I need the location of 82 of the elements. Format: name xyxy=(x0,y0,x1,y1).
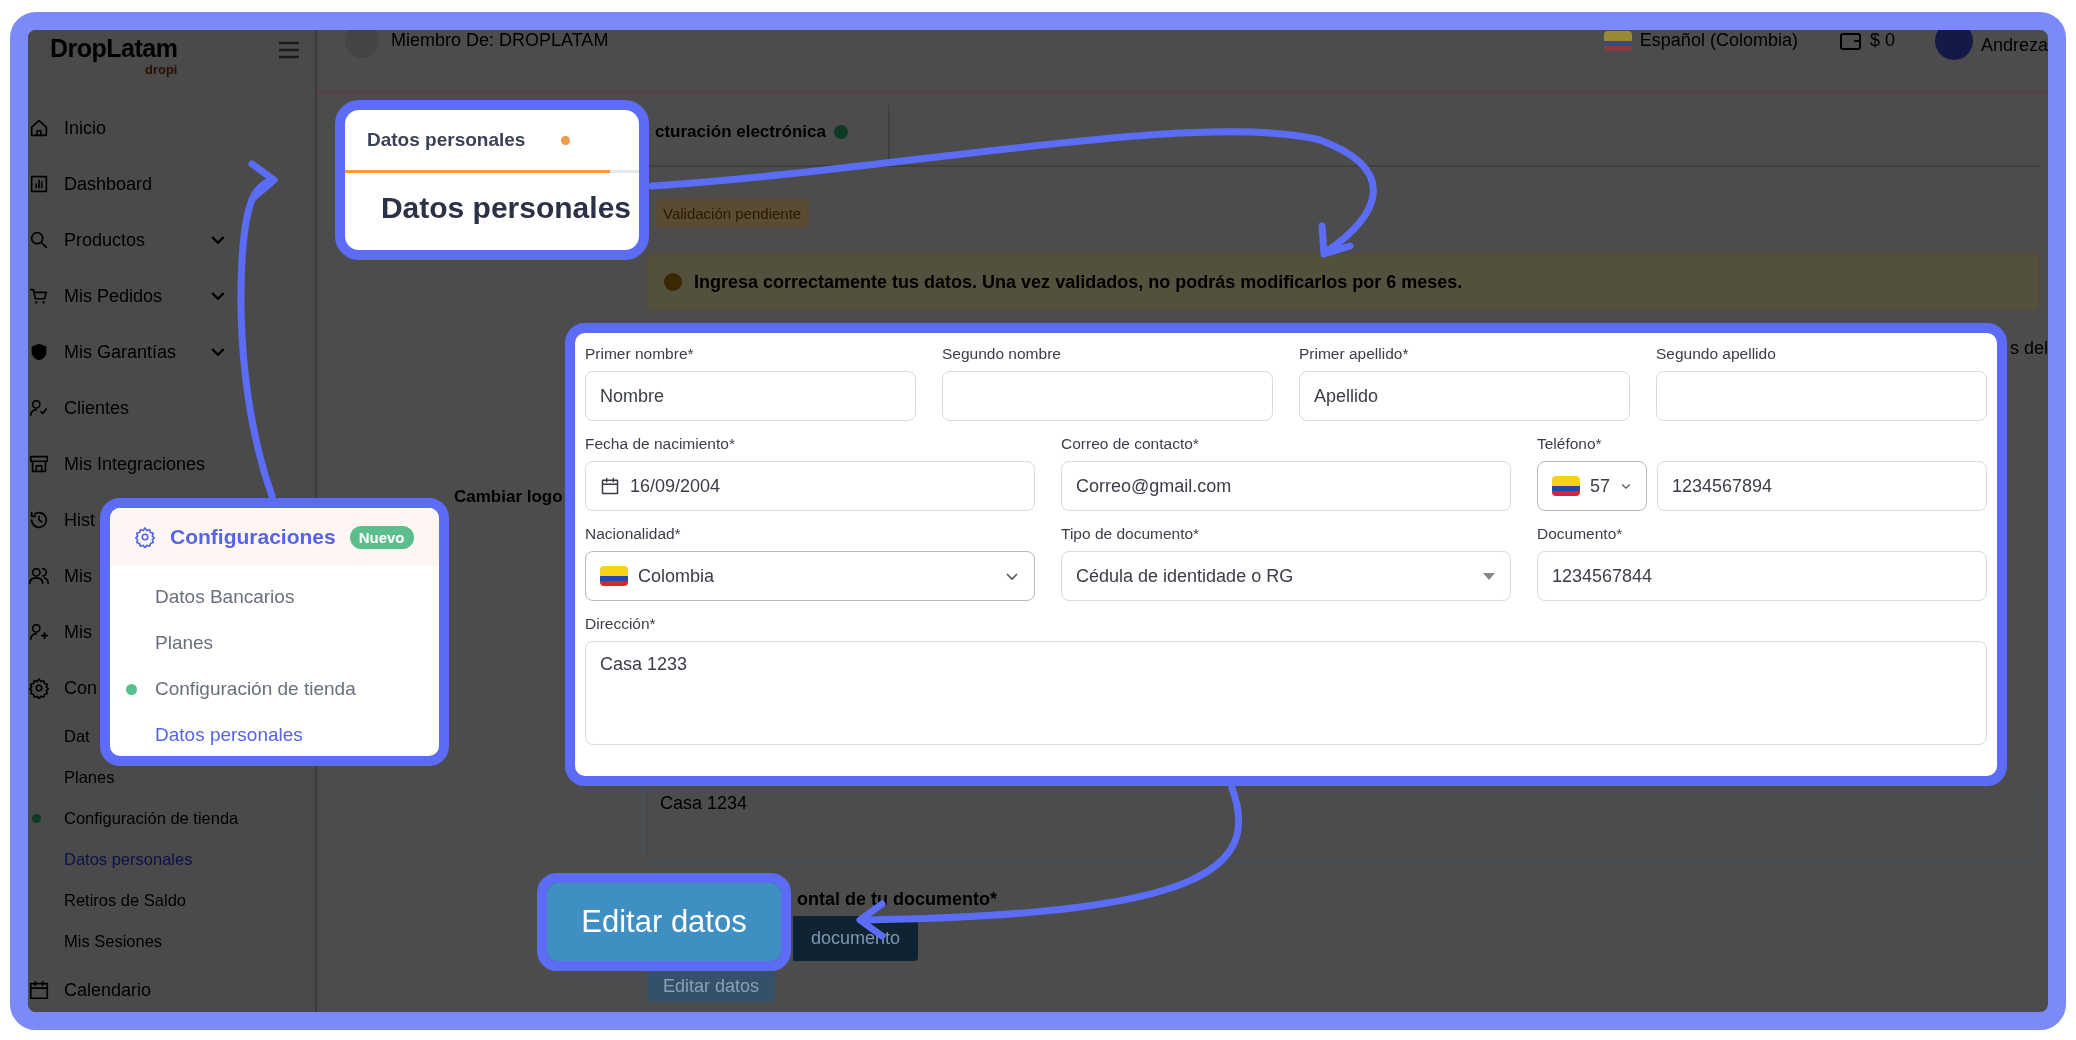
new-badge: Nuevo xyxy=(349,525,414,549)
flag-icon xyxy=(1552,476,1580,496)
user-name[interactable]: Andreza xyxy=(1980,34,2048,56)
date-field[interactable]: 16/09/2004 xyxy=(585,461,1035,511)
sidebar-item[interactable]: Dashboard xyxy=(64,173,153,195)
wallet-icon xyxy=(1839,30,1862,51)
field-label: Teléfono* xyxy=(1537,435,1603,453)
alert-text: Ingresa correctamente tus datos. Una vez validados, no podrás modificarlos por 6 meses. xyxy=(694,271,1463,293)
sidebar-item[interactable]: Hist xyxy=(64,509,95,531)
sidebar-item[interactable]: Mis xyxy=(64,565,92,587)
users-icon xyxy=(28,565,50,587)
sidebar-item[interactable]: Mis Garantías xyxy=(64,341,177,363)
logo: DropLatam dropi xyxy=(50,36,178,76)
tab[interactable]: Datos personales xyxy=(367,129,526,151)
input-field[interactable]: Nombre xyxy=(585,371,916,421)
search-icon xyxy=(28,229,50,251)
input-field[interactable]: Correo@gmail.com xyxy=(1061,461,1511,511)
field-label: s del xyxy=(2009,338,2048,358)
sidebar-item[interactable]: Mis xyxy=(64,621,92,643)
sidebar-item[interactable]: Mis Pedidos xyxy=(64,285,163,307)
field-label: Documento* xyxy=(1537,525,1624,543)
sidebar-subitem[interactable]: Mis Sesiones xyxy=(64,932,163,951)
edit-button[interactable]: Editar datos xyxy=(547,883,781,961)
sidebar-subitem[interactable]: Dat xyxy=(64,727,90,746)
field-label: Nacionalidad* xyxy=(585,525,682,543)
country-select[interactable]: Colombia xyxy=(585,551,1035,601)
flag-icon xyxy=(1603,30,1632,51)
sidebar-item[interactable]: Con xyxy=(64,677,98,699)
section-heading: Cambiar logo xyxy=(454,487,563,506)
menu-item[interactable]: Planes xyxy=(155,632,214,654)
sidebar-item[interactable]: Inicio xyxy=(64,117,107,139)
tab[interactable]: cturación electrónica xyxy=(655,105,890,165)
home-icon xyxy=(28,117,50,139)
bar-chart-icon xyxy=(28,173,50,195)
menu-item[interactable]: Configuración de tienda xyxy=(155,678,356,700)
balance: $ 0 xyxy=(1869,30,1895,51)
field-label: Tipo de documento* xyxy=(1061,525,1201,543)
flag-icon xyxy=(600,566,628,586)
language-selector[interactable]: Español (Colombia) xyxy=(1639,30,1798,51)
field-label: Dirección* xyxy=(585,615,657,633)
sidebar-subitem[interactable]: Retiros de Saldo xyxy=(64,891,186,910)
calendar-icon xyxy=(28,979,50,1001)
settings-icon xyxy=(28,677,50,699)
sidebar-item[interactable]: Clientes xyxy=(64,397,130,419)
warning-icon xyxy=(664,273,682,291)
user-plus-icon xyxy=(28,621,50,643)
menu-icon[interactable] xyxy=(278,40,300,60)
sidebar-subitem[interactable]: Planes xyxy=(64,768,115,787)
field-label: Primer nombre* xyxy=(585,345,695,363)
field-label: Correo de contacto* xyxy=(1061,435,1200,453)
avatar xyxy=(345,30,379,58)
sidebar-subitem[interactable]: Datos personales xyxy=(64,850,193,869)
field-label: Fecha de nacimiento* xyxy=(585,435,736,453)
input-field[interactable] xyxy=(942,371,1273,421)
store-icon xyxy=(28,453,50,475)
history-icon xyxy=(28,509,50,531)
member-label: Miembro De: DROPLATAM xyxy=(391,30,609,51)
sidebar-item[interactable]: Mis Integraciones xyxy=(64,453,206,475)
country-code-select[interactable]: 57 xyxy=(1537,461,1647,511)
address-field[interactable]: Casa 1234 xyxy=(647,787,2038,863)
settings-icon xyxy=(134,526,156,548)
user-check-icon xyxy=(28,397,50,419)
phone-field[interactable]: 1234567894 xyxy=(1657,461,1987,511)
calendar-icon xyxy=(600,476,620,496)
address-field[interactable]: Casa 1233 xyxy=(585,641,1987,745)
input-field[interactable] xyxy=(1656,371,1987,421)
check-icon xyxy=(834,125,848,139)
sidebar-subitem[interactable]: Configuración de tienda xyxy=(64,809,239,828)
input-field[interactable]: 1234567844 xyxy=(1537,551,1987,601)
document-type-select[interactable]: Cédula de identidade o RG xyxy=(1061,551,1511,601)
field-label: Segundo nombre xyxy=(942,345,1062,363)
menu-header[interactable]: Configuraciones Nuevo xyxy=(110,508,439,566)
page-title: Datos personales xyxy=(379,190,632,225)
input-field[interactable]: Apellido xyxy=(1299,371,1630,421)
field-label: Primer apellido* xyxy=(1299,345,1410,363)
sidebar-item[interactable]: Calendario xyxy=(64,979,152,1001)
sidebar-item[interactable]: Productos xyxy=(64,229,146,251)
caret-icon xyxy=(1482,571,1496,581)
menu-item[interactable]: Datos personales xyxy=(155,724,303,746)
menu-item[interactable]: Datos Bancarios xyxy=(155,586,295,608)
user-avatar[interactable] xyxy=(1934,30,1973,60)
field-label: Segundo apellido xyxy=(1656,345,1777,363)
